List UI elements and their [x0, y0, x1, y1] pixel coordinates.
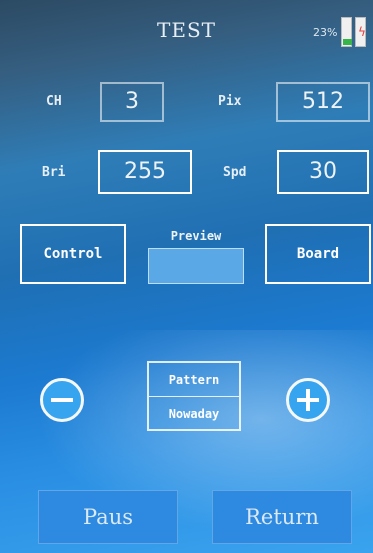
- return-button-label: Return: [245, 505, 319, 529]
- board-button-label: Board: [296, 246, 340, 262]
- control-button[interactable]: Control: [20, 224, 126, 284]
- pattern-value: Nowaday: [168, 406, 220, 421]
- minus-icon: [51, 398, 73, 402]
- spd-value-field[interactable]: 30: [277, 150, 369, 194]
- battery-icon: ϟ: [341, 17, 367, 47]
- pattern-title: Pattern: [168, 372, 220, 387]
- return-button[interactable]: Return: [212, 490, 352, 544]
- pause-button[interactable]: Paus: [38, 490, 178, 544]
- pause-button-label: Paus: [82, 505, 133, 529]
- bri-value-field[interactable]: 255: [98, 150, 192, 194]
- spd-label: Spd: [223, 165, 247, 180]
- pix-value-field[interactable]: 512: [276, 82, 370, 122]
- control-button-label: Control: [43, 246, 103, 262]
- preview-swatch[interactable]: [148, 248, 244, 284]
- battery-percent: 23%: [313, 26, 338, 39]
- ch-label: CH: [46, 94, 62, 109]
- minus-button[interactable]: [40, 378, 84, 422]
- pattern-selector[interactable]: Pattern Nowaday: [147, 361, 241, 431]
- pix-label: Pix: [218, 94, 242, 109]
- plus-button[interactable]: [286, 378, 330, 422]
- preview-label: Preview: [170, 229, 222, 243]
- bri-label: Bri: [42, 165, 66, 180]
- ch-value-field[interactable]: 3: [100, 82, 164, 122]
- board-button[interactable]: Board: [265, 224, 371, 284]
